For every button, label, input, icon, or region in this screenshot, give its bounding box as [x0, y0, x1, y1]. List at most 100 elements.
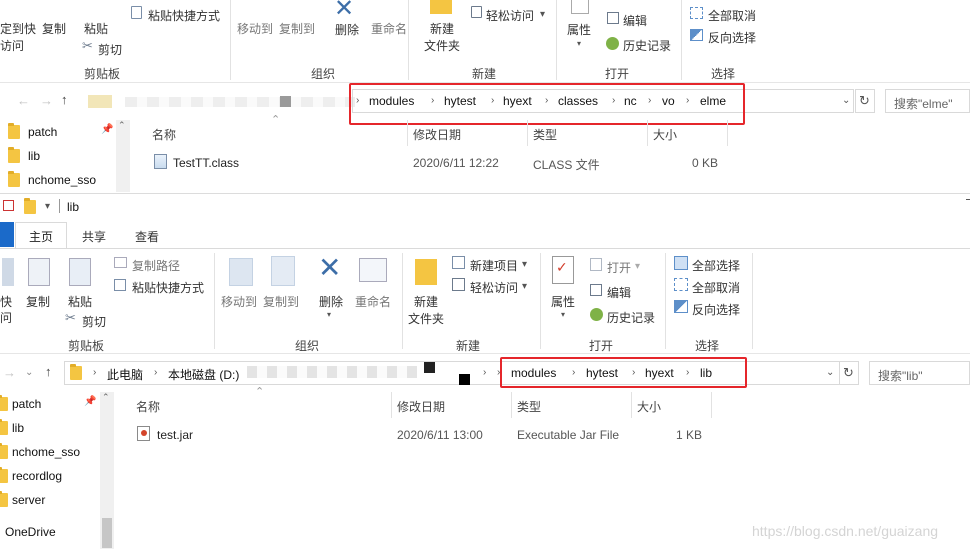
recent-locations-dropdown-icon[interactable]: ⌄: [25, 367, 33, 378]
column-header-size[interactable]: 大小: [653, 126, 677, 143]
paste-shortcut-button[interactable]: 粘贴快捷方式: [132, 279, 204, 296]
pin-quick-access-label-2[interactable]: 问: [0, 309, 12, 326]
new-folder-label-2[interactable]: 文件夹: [424, 37, 460, 54]
back-arrow-icon[interactable]: ←: [17, 93, 30, 108]
file-tab[interactable]: [0, 222, 14, 247]
cut-button[interactable]: 剪切: [98, 41, 122, 58]
file-modified: 2020/6/11 13:00: [397, 428, 483, 442]
search-box[interactable]: 搜索"lib": [869, 361, 970, 385]
invert-selection-button[interactable]: 反向选择: [692, 301, 740, 318]
column-header-name[interactable]: 名称: [136, 398, 160, 415]
nav-item-nchome-sso[interactable]: nchome_sso: [12, 445, 80, 459]
invert-selection-button[interactable]: 反向选择: [708, 29, 756, 46]
new-item-button[interactable]: 新建项目: [470, 257, 518, 274]
nav-item-lib[interactable]: lib: [28, 149, 40, 163]
paste-button[interactable]: 粘贴: [68, 293, 92, 310]
nav-scrollbar[interactable]: ⌃: [100, 392, 114, 549]
new-folder-label-1[interactable]: 新建: [414, 293, 438, 310]
paste-shortcut-button[interactable]: 粘贴快捷方式: [148, 7, 220, 24]
move-to-button[interactable]: 移动到: [221, 293, 257, 310]
scroll-up-icon[interactable]: ⌃: [102, 392, 110, 403]
history-button[interactable]: 历史记录: [607, 309, 655, 326]
edit-button[interactable]: 编辑: [623, 12, 647, 29]
easy-access-dropdown-icon[interactable]: ▾: [522, 281, 527, 292]
nav-item-server[interactable]: server: [12, 493, 45, 507]
pin-quick-access-label-1[interactable]: 快: [0, 293, 12, 310]
customize-toolbar-icon[interactable]: ▾: [45, 201, 50, 212]
table-row[interactable]: TestTT.class 2020/6/11 12:22 CLASS 文件 0 …: [145, 152, 735, 174]
history-button[interactable]: 历史记录: [623, 37, 671, 54]
watermark-text: https://blog.csdn.net/guaizang: [752, 523, 939, 539]
refresh-button[interactable]: ↻: [839, 361, 859, 385]
tab-share[interactable]: 共享: [82, 228, 106, 245]
column-header-name[interactable]: 名称: [152, 126, 176, 143]
nav-item-patch[interactable]: patch: [28, 125, 57, 139]
cut-button[interactable]: 剪切: [82, 313, 106, 330]
column-header-type[interactable]: 类型: [517, 398, 541, 415]
move-to-button[interactable]: 移动到: [237, 20, 273, 37]
group-organize-label: 组织: [311, 67, 336, 81]
new-item-dropdown-icon[interactable]: ▾: [522, 259, 527, 270]
copy-to-button[interactable]: 复制到: [279, 20, 315, 37]
tab-home[interactable]: 主页: [15, 222, 67, 249]
column-header-modified[interactable]: 修改日期: [397, 398, 445, 415]
rename-button[interactable]: 重命名: [355, 293, 391, 310]
pin-quick-access-label-2[interactable]: 访问: [0, 37, 24, 54]
copy-to-button[interactable]: 复制到: [263, 293, 299, 310]
address-dropdown-icon[interactable]: ⌄: [826, 367, 834, 378]
select-all-button[interactable]: 全部选择: [692, 257, 740, 274]
breadcrumb-item[interactable]: 本地磁盘 (D:): [168, 366, 239, 383]
paste-button[interactable]: 粘贴: [84, 20, 108, 37]
pin-quick-access-label-1[interactable]: 定到快: [0, 20, 36, 37]
delete-button[interactable]: 删除: [319, 293, 343, 310]
nav-item-onedrive[interactable]: OneDrive: [5, 525, 56, 539]
tab-view[interactable]: 查看: [135, 228, 159, 245]
delete-button[interactable]: 删除: [335, 21, 359, 38]
scroll-up-icon[interactable]: ⌃: [118, 120, 126, 131]
file-name[interactable]: test.jar: [157, 428, 193, 442]
sort-indicator-icon: ⌃: [255, 386, 265, 398]
folder-icon: [8, 147, 20, 163]
quick-access-checkbox-icon[interactable]: [3, 200, 14, 211]
properties-dropdown-icon[interactable]: ▾: [561, 310, 565, 319]
properties-button[interactable]: 属性: [567, 21, 591, 38]
nav-item-nchome-sso[interactable]: nchome_sso: [28, 173, 96, 187]
breadcrumb-item[interactable]: 此电脑: [107, 366, 143, 383]
nav-item-lib[interactable]: lib: [12, 421, 24, 435]
select-none-button[interactable]: 全部取消: [708, 7, 756, 24]
select-none-button[interactable]: 全部取消: [692, 279, 740, 296]
up-arrow-icon[interactable]: ↑: [61, 92, 68, 107]
address-dropdown-icon[interactable]: ⌄: [842, 95, 850, 106]
copy-button[interactable]: 复制: [26, 293, 50, 310]
nav-item-recordlog[interactable]: recordlog: [12, 469, 62, 483]
new-folder-label-1[interactable]: 新建: [430, 20, 454, 37]
open-button[interactable]: 打开: [607, 259, 631, 276]
properties-dropdown-icon[interactable]: ▾: [577, 39, 581, 48]
column-header-type[interactable]: 类型: [533, 126, 557, 143]
open-dropdown-icon[interactable]: ▾: [635, 261, 640, 272]
properties-button[interactable]: 属性: [551, 293, 575, 310]
minimize-icon[interactable]: [966, 199, 970, 205]
delete-dropdown-icon[interactable]: ▾: [327, 310, 331, 319]
nav-scrollbar[interactable]: ⌃: [116, 120, 130, 192]
scrollbar-thumb[interactable]: [102, 518, 112, 548]
refresh-button[interactable]: ↻: [855, 89, 875, 113]
new-folder-label-2[interactable]: 文件夹: [408, 310, 444, 327]
forward-arrow-icon[interactable]: →: [3, 365, 16, 380]
column-divider: [727, 120, 728, 146]
up-arrow-icon[interactable]: ↑: [45, 364, 52, 379]
column-header-modified[interactable]: 修改日期: [413, 126, 461, 143]
rename-button[interactable]: 重命名: [371, 20, 407, 37]
file-name[interactable]: TestTT.class: [173, 156, 239, 170]
nav-item-patch[interactable]: patch: [12, 397, 41, 411]
easy-access-button[interactable]: 轻松访问: [470, 279, 518, 296]
copy-button[interactable]: 复制: [42, 20, 66, 37]
easy-access-button[interactable]: 轻松访问: [486, 7, 534, 24]
edit-button[interactable]: 编辑: [607, 284, 631, 301]
table-row[interactable]: test.jar 2020/6/11 13:00 Executable Jar …: [129, 424, 719, 446]
copy-path-button[interactable]: 复制路径: [132, 257, 180, 274]
forward-arrow-icon[interactable]: →: [40, 93, 53, 108]
search-box[interactable]: 搜索"elme": [885, 89, 970, 113]
column-header-size[interactable]: 大小: [637, 398, 661, 415]
easy-access-dropdown-icon[interactable]: ▾: [540, 9, 545, 20]
